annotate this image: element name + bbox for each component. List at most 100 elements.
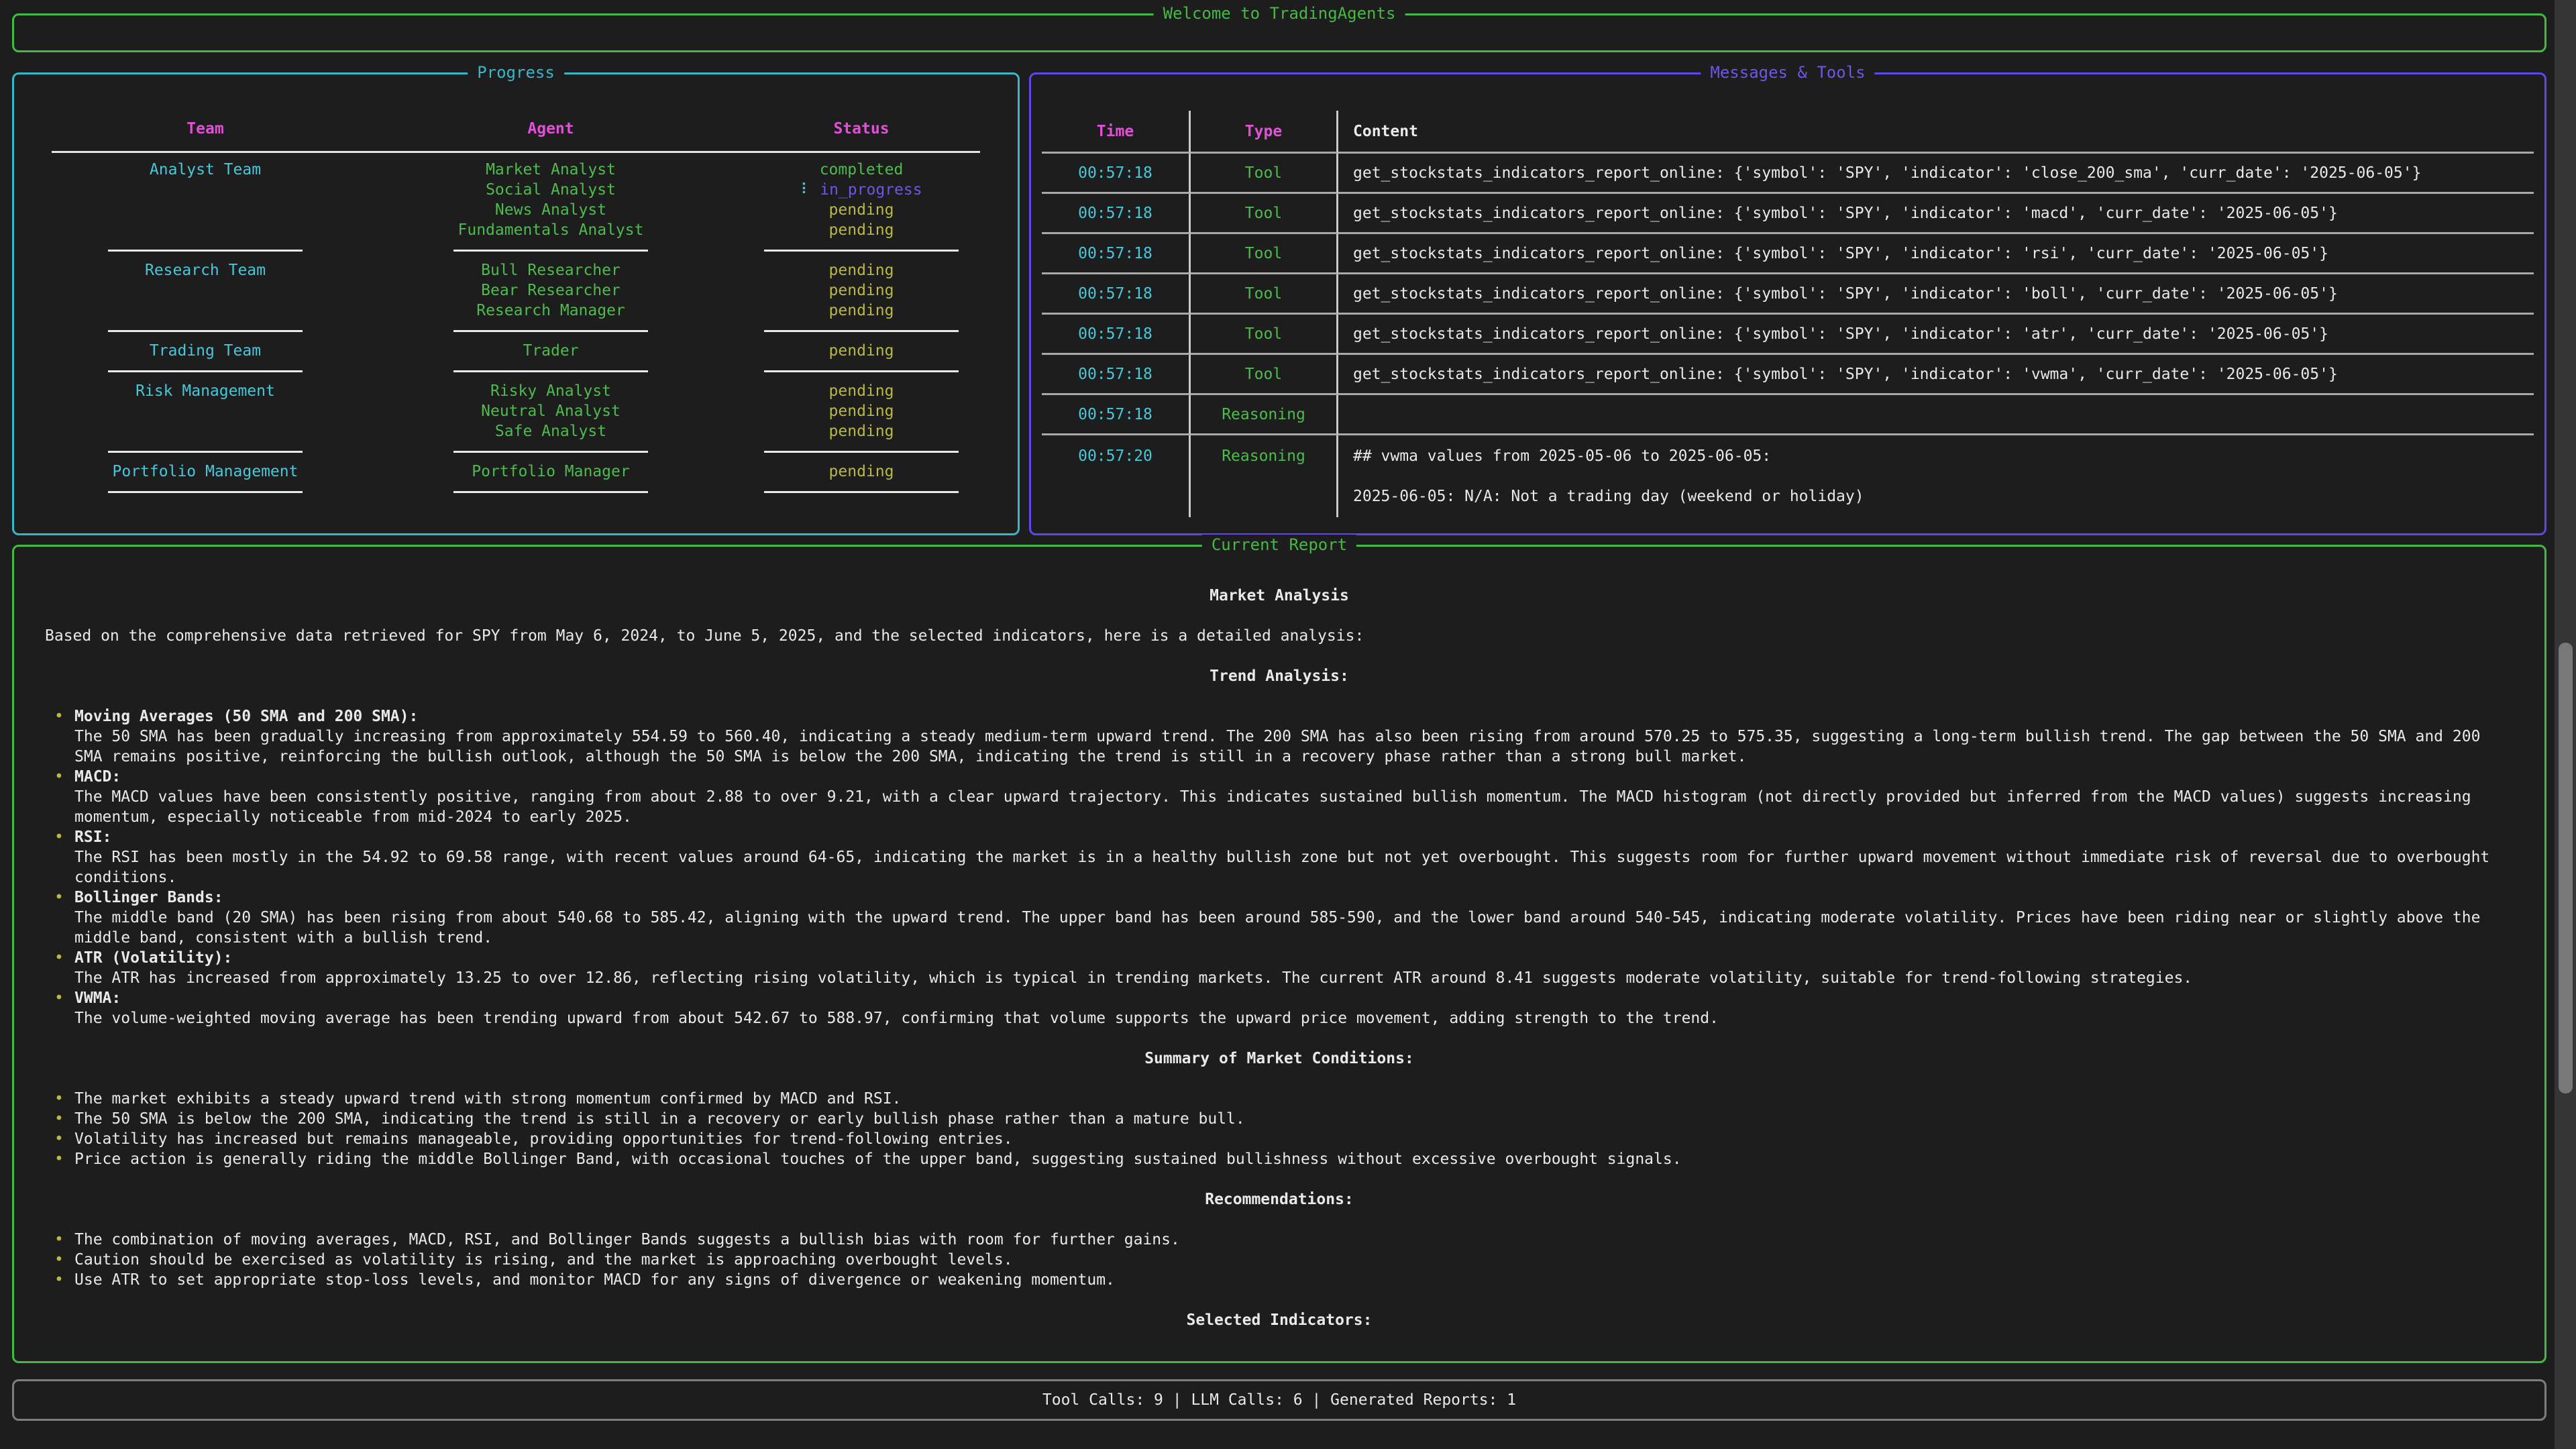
agent-name: Bull Researcher: [383, 260, 718, 280]
agent-name: Market Analyst: [383, 160, 718, 180]
bullet-title: Moving Averages (50 SMA and 200 SMA):: [74, 706, 2514, 727]
agent-name: Fundamentals Analyst: [383, 220, 718, 240]
agent-name: Risky Analyst: [383, 381, 718, 401]
message-content: ## vwma values from 2025-05-06 to 2025-0…: [1338, 435, 2534, 517]
message-content-line: 2025-06-05: N/A: Not a trading day (week…: [1353, 486, 2534, 506]
team-name-spacer: [28, 401, 383, 421]
agent-name: Bear Researcher: [383, 280, 718, 301]
group-divider: [28, 240, 383, 260]
selected-indicators-heading: Selected Indicators:: [45, 1310, 2514, 1330]
list-item: •The market exhibits a steady upward tre…: [45, 1089, 2514, 1109]
group-divider: [718, 240, 1004, 260]
bullet-title: RSI:: [74, 827, 2514, 847]
column-header-team: Team: [28, 119, 383, 142]
bullet-icon: •: [54, 1250, 64, 1270]
agent-name: Neutral Analyst: [383, 401, 718, 421]
group-divider: [28, 321, 383, 341]
messages-table: Time Type Content 00:57:18 Tool get_stoc…: [1031, 74, 2544, 517]
bullet-icon: •: [54, 1129, 64, 1149]
current-report-panel-title: Current Report: [1202, 535, 1356, 555]
bullet-icon: •: [54, 767, 64, 787]
bullet-text: The RSI has been mostly in the 54.92 to …: [74, 847, 2514, 888]
agent-name: Trader: [383, 341, 718, 361]
welcome-banner-title: Welcome to TradingAgents: [1154, 3, 1405, 23]
message-time: 00:57:18: [1042, 274, 1191, 315]
message-content: get_stockstats_indicators_report_online:…: [1338, 274, 2534, 315]
team-name: Research Team: [28, 260, 383, 280]
team-name-spacer: [28, 421, 383, 441]
bullet-text: The volume-weighted moving average has b…: [74, 1008, 2514, 1028]
bullet-icon: •: [54, 888, 64, 908]
status-badge: pending: [718, 401, 1004, 421]
group-divider: [718, 321, 1004, 341]
list-item: •Use ATR to set appropriate stop-loss le…: [45, 1270, 2514, 1290]
team-name: Analyst Team: [28, 160, 383, 180]
bullet-icon: •: [54, 1149, 64, 1169]
blank-line: [1353, 466, 2534, 486]
stats-footer: Tool Calls: 9 | LLM Calls: 6 | Generated…: [12, 1379, 2546, 1421]
spinner-icon: ⠇: [800, 180, 812, 200]
scrollbar-track[interactable]: [2555, 0, 2576, 1449]
column-header-type: Type: [1191, 111, 1338, 154]
summary-heading: Summary of Market Conditions:: [45, 1049, 2514, 1069]
agent-name: Portfolio Manager: [383, 462, 718, 482]
status-badge: completed: [718, 160, 1004, 180]
column-header-agent: Agent: [383, 119, 718, 142]
message-type: Reasoning: [1191, 395, 1338, 435]
messages-tools-panel: Messages & Tools Time Type Content 00:57…: [1029, 72, 2546, 535]
team-name-spacer: [28, 180, 383, 200]
message-time: 00:57:18: [1042, 355, 1191, 395]
message-content: get_stockstats_indicators_report_online:…: [1338, 194, 2534, 234]
message-content: [1338, 395, 2534, 435]
bullet-title: VWMA:: [74, 988, 2514, 1008]
team-name: Portfolio Management: [28, 462, 383, 482]
scrollbar-thumb[interactable]: [2559, 643, 2573, 1093]
bullet-icon: •: [54, 1109, 64, 1129]
messages-tools-panel-title: Messages & Tools: [1701, 62, 1874, 83]
team-name-spacer: [28, 301, 383, 321]
status-badge: pending: [718, 220, 1004, 240]
message-time: 00:57:18: [1042, 234, 1191, 274]
progress-panel: Progress Team Agent Status Analyst Team …: [12, 72, 1020, 535]
list-item: • ATR (Volatility): The ATR has increase…: [45, 948, 2514, 988]
bullet-text: The ATR has increased from approximately…: [74, 968, 2514, 988]
agent-name: Social Analyst: [383, 180, 718, 200]
agent-name: Safe Analyst: [383, 421, 718, 441]
column-header-content: Content: [1338, 111, 2534, 154]
message-content: get_stockstats_indicators_report_online:…: [1338, 355, 2534, 395]
team-name-spacer: [28, 200, 383, 220]
welcome-banner: Welcome to TradingAgents: [12, 13, 2546, 52]
group-divider: [28, 482, 383, 502]
bullet-icon: •: [54, 1089, 64, 1109]
team-name-spacer: [28, 280, 383, 301]
bullet-text: The MACD values have been consistently p…: [74, 787, 2514, 827]
bullet-icon: •: [54, 706, 64, 727]
message-type: Tool: [1191, 194, 1338, 234]
message-time: 00:57:18: [1042, 154, 1191, 194]
bullet-title: Bollinger Bands:: [74, 888, 2514, 908]
team-name-spacer: [28, 220, 383, 240]
group-divider: [383, 441, 718, 462]
header-divider: [52, 151, 980, 153]
trend-analysis-list: • Moving Averages (50 SMA and 200 SMA): …: [45, 706, 2514, 1028]
message-type: Tool: [1191, 315, 1338, 355]
list-item: • MACD: The MACD values have been consis…: [45, 767, 2514, 827]
bullet-icon: •: [54, 827, 64, 847]
bullet-text: The middle band (20 SMA) has been rising…: [74, 908, 2514, 948]
group-divider: [28, 441, 383, 462]
bullet-icon: •: [54, 988, 64, 1008]
message-type: Tool: [1191, 154, 1338, 194]
status-badge: pending: [718, 260, 1004, 280]
message-content: get_stockstats_indicators_report_online:…: [1338, 315, 2534, 355]
progress-table: Team Agent Status Analyst Team Market An…: [14, 74, 1018, 502]
recommendations-heading: Recommendations:: [45, 1189, 2514, 1210]
group-divider: [383, 361, 718, 381]
status-badge: pending: [718, 462, 1004, 482]
bullet-text: The 50 SMA has been gradually increasing…: [74, 727, 2514, 767]
message-time: 00:57:18: [1042, 315, 1191, 355]
report-heading: Market Analysis: [45, 586, 2514, 606]
status-badge: pending: [718, 200, 1004, 220]
list-item: •Price action is generally riding the mi…: [45, 1149, 2514, 1169]
group-divider: [383, 240, 718, 260]
message-content: get_stockstats_indicators_report_online:…: [1338, 234, 2534, 274]
